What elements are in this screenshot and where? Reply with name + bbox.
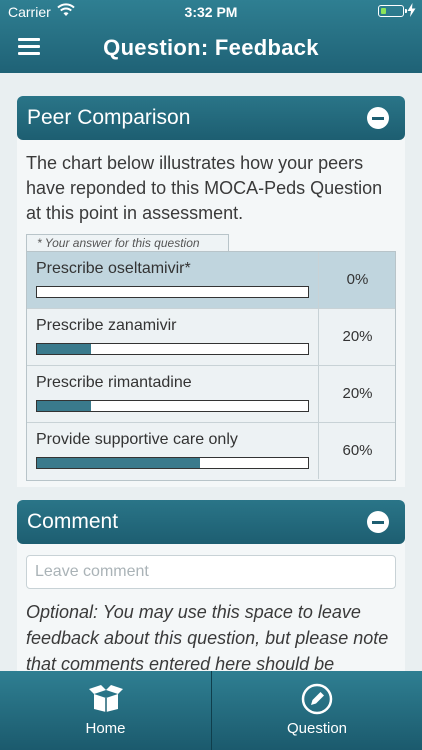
pencil-circle-icon bbox=[301, 683, 333, 715]
collapse-icon[interactable] bbox=[367, 511, 389, 533]
answer-label: Prescribe oseltamivir* bbox=[36, 260, 191, 277]
answer-progress-bar bbox=[36, 286, 309, 298]
answer-distribution-table: Prescribe oseltamivir* 0% Prescribe zanami… bbox=[26, 251, 396, 481]
answer-row[interactable]: Provide supportive care only 60% bbox=[27, 423, 395, 480]
answer-progress-bar bbox=[36, 400, 309, 412]
collapse-icon[interactable] bbox=[367, 107, 389, 129]
your-answer-note: * Your answer for this question bbox=[26, 234, 229, 252]
comment-input[interactable] bbox=[26, 555, 396, 589]
peer-comparison-title: Peer Comparison bbox=[27, 106, 191, 129]
status-time: 3:32 PM bbox=[184, 4, 238, 20]
box-icon bbox=[88, 685, 123, 712]
answer-progress-fill bbox=[37, 401, 92, 411]
tab-home-label: Home bbox=[85, 720, 126, 737]
answer-row[interactable]: Prescribe zanamivir 20% bbox=[27, 309, 395, 366]
answer-progress-bar bbox=[36, 457, 309, 469]
status-bar: Carrier 3:32 PM bbox=[0, 0, 422, 24]
answer-label: Provide supportive care only bbox=[36, 431, 238, 448]
bottom-tab-bar: Home Question bbox=[0, 671, 422, 750]
tab-question[interactable]: Question bbox=[211, 671, 422, 750]
peer-comparison-intro: The chart below illustrates how your pee… bbox=[26, 153, 383, 223]
answer-row[interactable]: Prescribe oseltamivir* 0% bbox=[27, 252, 395, 309]
comment-header[interactable]: Comment bbox=[17, 500, 405, 544]
answer-label: Prescribe zanamivir bbox=[36, 317, 177, 334]
answer-progress-bar bbox=[36, 343, 309, 355]
answer-progress-fill bbox=[37, 458, 200, 468]
comment-title: Comment bbox=[27, 510, 119, 533]
answer-progress-fill bbox=[37, 344, 92, 354]
answer-percent: 60% bbox=[318, 423, 396, 479]
comment-help-text: Optional: You may use this space to leav… bbox=[26, 602, 389, 674]
tab-question-label: Question bbox=[286, 720, 348, 737]
comment-card: Comment Optional: You may use this space… bbox=[17, 500, 405, 674]
answer-row[interactable]: Prescribe rimantadine 20% bbox=[27, 366, 395, 423]
battery-icon bbox=[378, 5, 407, 17]
tab-home[interactable]: Home bbox=[0, 671, 211, 750]
answer-label: Prescribe rimantadine bbox=[36, 374, 192, 391]
charging-bolt-icon bbox=[407, 3, 416, 17]
battery-level bbox=[380, 7, 386, 14]
answer-percent: 0% bbox=[318, 252, 396, 308]
peer-comparison-header[interactable]: Peer Comparison bbox=[17, 96, 405, 140]
answer-percent: 20% bbox=[318, 309, 396, 365]
answer-percent: 20% bbox=[318, 366, 396, 422]
peer-comparison-card: Peer Comparison The chart below illustra… bbox=[17, 96, 405, 487]
page-title: Question: Feedback bbox=[103, 35, 319, 60]
app-header: Carrier 3:32 PM Question: Feedback bbox=[0, 0, 422, 73]
